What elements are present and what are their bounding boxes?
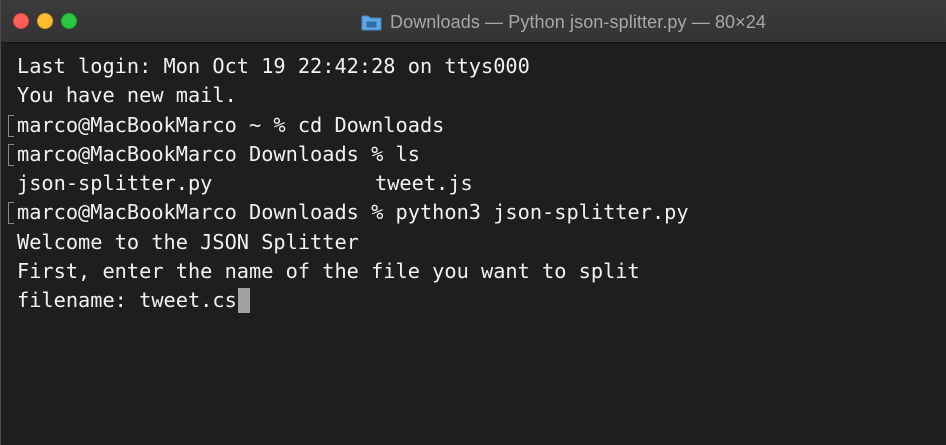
terminal-window: Downloads — Python json-splitter.py — 80… [0,0,946,445]
close-button[interactable] [13,13,29,29]
terminal-line: marco@MacBookMarco ~ % cd Downloads [8,111,946,140]
ls-item: json-splitter.py [17,171,213,196]
ls-item: tweet.js [375,171,473,196]
line-text: marco@MacBookMarco Downloads % ls [17,141,420,166]
line-text: Last login: Mon Oct 19 22:42:28 on ttys0… [17,54,530,78]
prompt-mark [8,202,14,225]
terminal-line: Last login: Mon Oct 19 22:42:28 on ttys0… [17,52,946,81]
line-text: marco@MacBookMarco Downloads % python3 j… [17,200,689,225]
text-cursor [237,288,250,314]
terminal-line: First, enter the name of the file you wa… [17,257,946,286]
title-bar[interactable]: Downloads — Python json-splitter.py — 80… [1,0,946,43]
minimize-button[interactable] [37,13,53,29]
line-text: Welcome to the JSON Splitter [17,229,359,254]
prompt-mark [8,143,14,166]
folder-icon [361,14,382,31]
window-title-text: Downloads — Python json-splitter.py — 80… [390,11,766,32]
input-text: filename: tweet.cs [17,288,237,313]
line-text: You have new mail. [17,83,237,108]
terminal-line: You have new mail. [17,81,946,110]
terminal-line: marco@MacBookMarco Downloads % ls [8,140,946,169]
line-text: marco@MacBookMarco ~ % cd Downloads [17,112,445,137]
terminal-output[interactable]: Last login: Mon Oct 19 22:42:28 on ttys0… [1,43,946,445]
terminal-line: Welcome to the JSON Splitter [17,228,946,257]
terminal-line: marco@MacBookMarco Downloads % python3 j… [8,198,946,227]
zoom-button[interactable] [61,13,77,29]
window-title: Downloads — Python json-splitter.py — 80… [361,11,766,33]
prompt-mark [8,114,14,137]
line-text: First, enter the name of the file you wa… [17,259,640,284]
terminal-input-line[interactable]: filename: tweet.cs [17,286,946,315]
terminal-line: json-splitter.py tweet.js [17,169,946,198]
